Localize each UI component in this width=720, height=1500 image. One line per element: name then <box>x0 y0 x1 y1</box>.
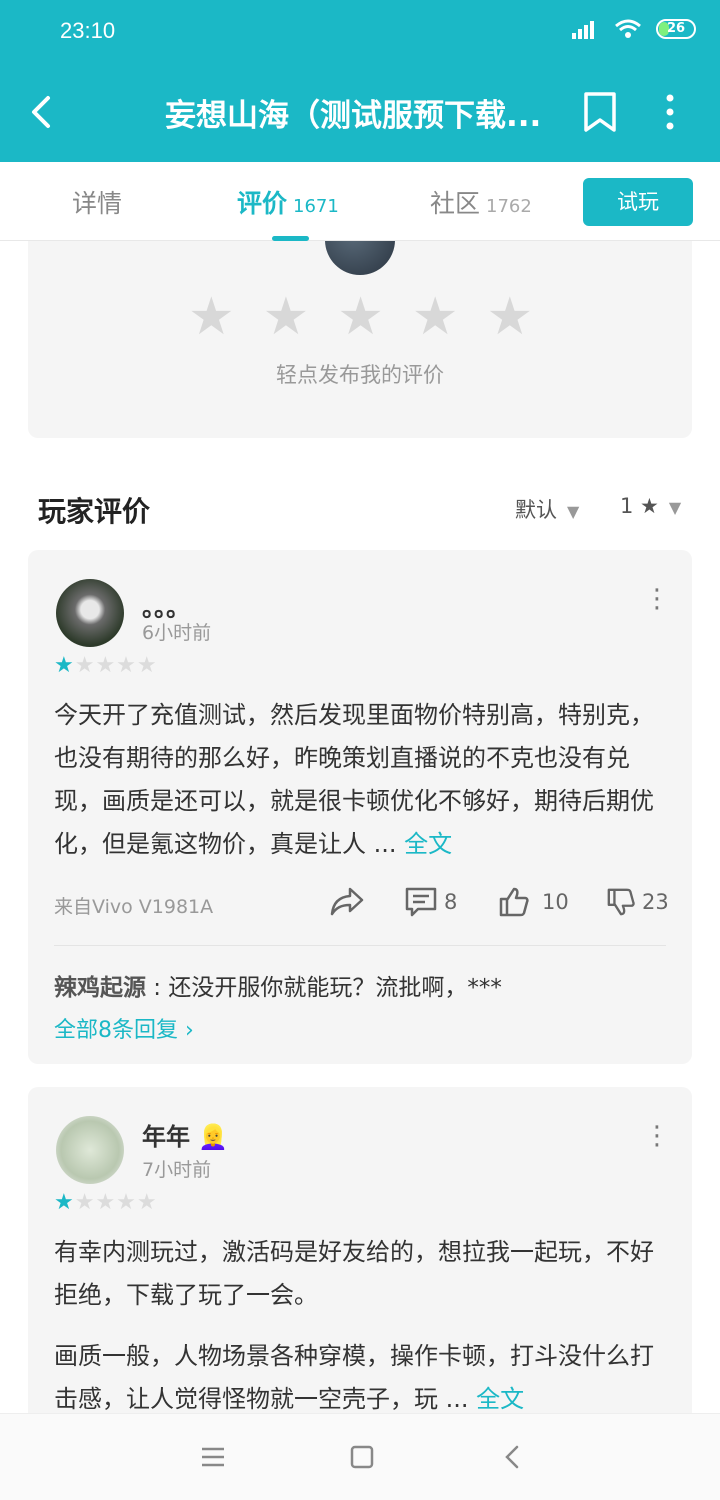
status-time: 23:10 <box>60 18 116 43</box>
reply-username[interactable]: 辣鸡起源 <box>54 975 146 1001</box>
my-avatar <box>325 241 395 275</box>
full-text-link[interactable]: 全文 <box>476 1385 524 1413</box>
menu-icon[interactable] <box>198 1442 228 1472</box>
system-nav-bar <box>0 1413 720 1500</box>
wifi-icon <box>615 19 641 38</box>
like-count: 10 <box>542 890 569 914</box>
star-icon[interactable]: ★ <box>263 291 310 343</box>
review-stars: ★★★★★ <box>54 653 158 678</box>
avatar[interactable] <box>56 579 124 647</box>
chevron-down-icon: ▼ <box>567 502 580 521</box>
comment-button[interactable]: 8 <box>404 886 457 918</box>
all-replies-link[interactable]: 全部8条回复 › <box>54 1012 194 1044</box>
trial-button[interactable]: 试玩 <box>583 178 693 226</box>
section-title: 玩家评价 <box>38 495 151 528</box>
more-vert-icon[interactable] <box>660 92 680 132</box>
divider <box>54 945 666 946</box>
tab-details[interactable]: 详情 <box>72 184 122 220</box>
review-device: 来自Vivo V1981A <box>54 896 214 918</box>
back-icon[interactable] <box>498 1442 528 1472</box>
review-time: 7小时前 <box>142 1159 212 1181</box>
star-icon[interactable]: ★ <box>188 291 235 343</box>
comment-icon <box>405 887 437 917</box>
star-filter-dropdown[interactable]: 1 ★ ▼ <box>620 494 681 518</box>
back-arrow-icon[interactable] <box>24 92 64 132</box>
status-bar: 23:10 26 <box>0 0 720 64</box>
like-button[interactable]: 10 <box>498 886 569 918</box>
bookmark-icon[interactable] <box>580 90 620 134</box>
comment-count: 8 <box>444 890 458 914</box>
reply-preview[interactable]: 辣鸡起源 : 还没开服你就能玩？流批啊，*** <box>54 968 502 1002</box>
share-button[interactable] <box>330 886 364 916</box>
more-vert-icon[interactable]: ⋮ <box>644 586 670 612</box>
chevron-down-icon: ▼ <box>668 498 682 517</box>
tab-community[interactable]: 社区 1762 <box>430 184 532 220</box>
app-bar: 妄想山海（测试服预下载... <box>0 64 720 162</box>
tab-reviews[interactable]: 评价 1671 <box>237 184 339 220</box>
review-card: 年年 👱‍♀️ 7小时前 ⋮ ★★★★★ 有幸内测玩过，激活码是好友给的，想拉我… <box>28 1087 692 1427</box>
review-text[interactable]: 今天开了充值测试，然后发现里面物价特别高，特别克，也没有期待的那么好，昨晚策划直… <box>54 694 664 866</box>
avatar[interactable] <box>56 1116 124 1184</box>
review-stars: ★★★★★ <box>54 1190 158 1215</box>
my-rating-card: ★ ★ ★ ★ ★ 轻点发布我的评价 <box>28 241 692 438</box>
thumbs-down-icon <box>607 888 635 916</box>
full-text-link[interactable]: 全文 <box>404 830 452 858</box>
star-icon[interactable]: ★ <box>487 291 534 343</box>
battery-icon: 26 <box>656 19 696 39</box>
review-card: 。。。 6小时前 ⋮ ★★★★★ 今天开了充值测试，然后发现里面物价特别高，特别… <box>28 550 692 1064</box>
star-icon[interactable]: ★ <box>337 291 384 343</box>
page-title: 妄想山海（测试服预下载... <box>165 98 542 134</box>
review-time: 6小时前 <box>142 622 212 644</box>
star-icon[interactable]: ★ <box>412 291 459 343</box>
signal-icon <box>572 21 594 39</box>
dislike-button[interactable]: 23 <box>606 886 669 918</box>
rate-hint[interactable]: 轻点发布我的评价 <box>28 359 692 389</box>
rating-stars[interactable]: ★ ★ ★ ★ ★ <box>188 291 533 343</box>
more-vert-icon[interactable]: ⋮ <box>644 1123 670 1149</box>
sort-dropdown[interactable]: 默认 ▼ <box>515 494 579 524</box>
dislike-count: 23 <box>642 890 669 914</box>
review-username[interactable]: 年年 👱‍♀️ <box>142 1117 228 1152</box>
review-text[interactable]: 有幸内测玩过，激活码是好友给的，想拉我一起玩，不好拒绝，下载了玩了一会。 画质一… <box>54 1231 664 1421</box>
thumbs-up-icon <box>499 887 529 917</box>
share-icon <box>330 887 364 916</box>
home-square-icon[interactable] <box>347 1442 377 1472</box>
